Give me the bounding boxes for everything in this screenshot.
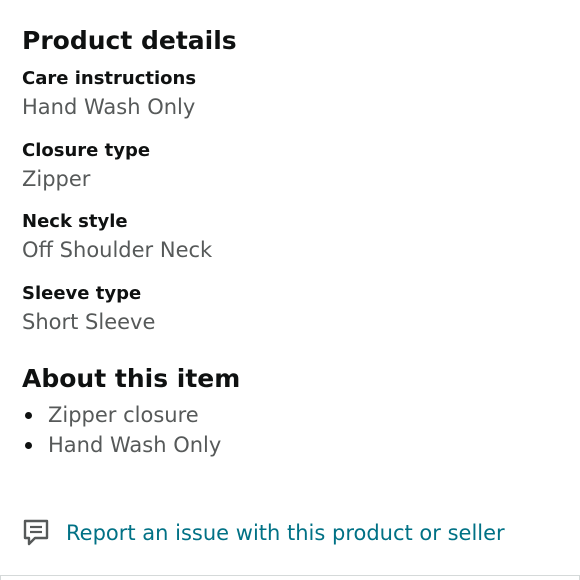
about-this-item-heading: About this item bbox=[22, 364, 241, 393]
detail-value: Off Shoulder Neck bbox=[22, 238, 213, 262]
detail-label: Closure type bbox=[22, 140, 151, 161]
bullet-dot-icon bbox=[25, 411, 32, 419]
detail-value: Zipper bbox=[22, 167, 91, 191]
bullet-text: Hand Wash Only bbox=[48, 433, 222, 457]
detail-closure-type: Closure type Zipper bbox=[22, 140, 150, 193]
detail-care-instructions: Care instructions Hand Wash Only bbox=[22, 68, 196, 121]
detail-label: Neck style bbox=[22, 211, 128, 232]
list-item: Zipper closure bbox=[22, 400, 221, 430]
report-issue-link[interactable]: Report an issue with this product or sel… bbox=[22, 518, 505, 548]
list-item: Hand Wash Only bbox=[22, 430, 221, 460]
detail-value: Hand Wash Only bbox=[22, 95, 196, 119]
detail-sleeve-type: Sleeve type Short Sleeve bbox=[22, 283, 155, 336]
feedback-speech-bubble-icon bbox=[22, 518, 50, 548]
about-bullet-list: Zipper closure Hand Wash Only bbox=[22, 400, 221, 460]
next-section-edge bbox=[0, 575, 580, 580]
bullet-text: Zipper closure bbox=[48, 403, 199, 427]
detail-label: Care instructions bbox=[22, 68, 197, 89]
product-details-heading: Product details bbox=[22, 26, 237, 55]
product-info-page: Product details Care instructions Hand W… bbox=[0, 0, 580, 580]
bullet-dot-icon bbox=[25, 441, 32, 449]
detail-neck-style: Neck style Off Shoulder Neck bbox=[22, 211, 212, 264]
detail-value: Short Sleeve bbox=[22, 310, 156, 334]
report-issue-label[interactable]: Report an issue with this product or sel… bbox=[66, 519, 505, 547]
detail-label: Sleeve type bbox=[22, 283, 142, 304]
